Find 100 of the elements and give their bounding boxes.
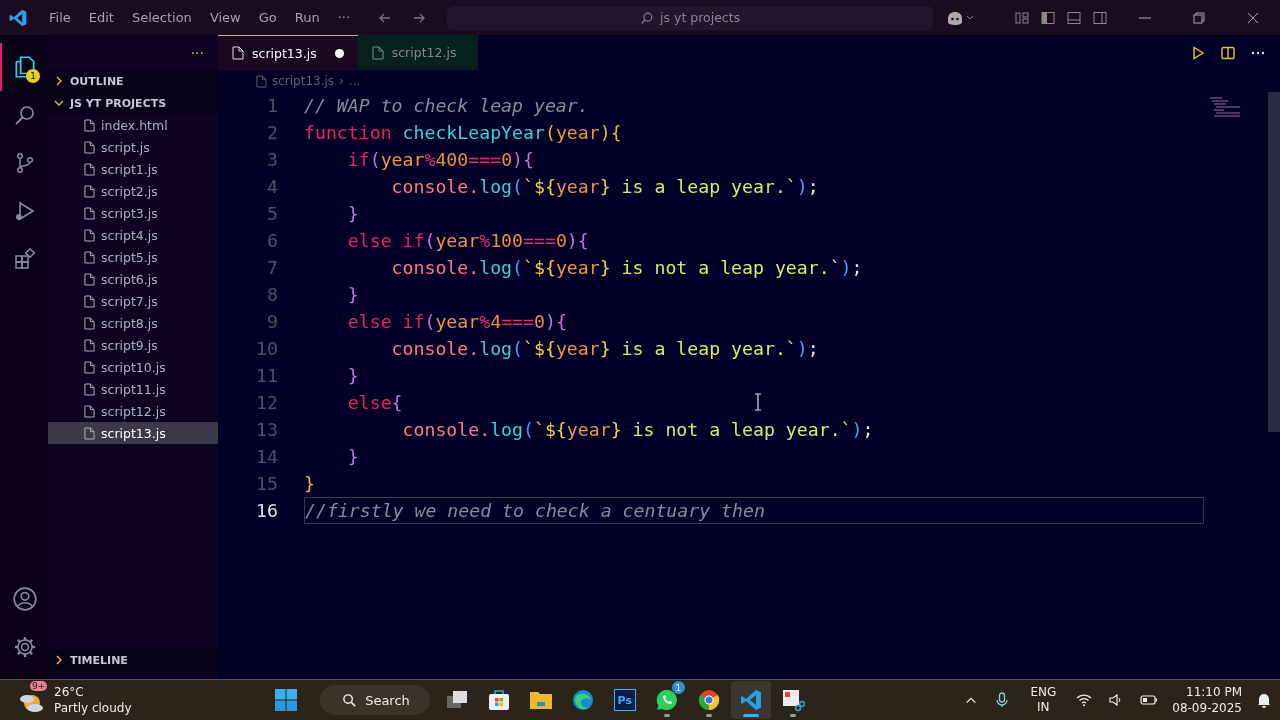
line-number: 9 bbox=[266, 311, 279, 332]
breadcrumb-item[interactable]: › bbox=[339, 74, 344, 88]
section-header[interactable]: TIMELINE bbox=[48, 649, 218, 671]
line-number: 14 bbox=[255, 446, 279, 467]
line-number: 7 bbox=[266, 257, 279, 278]
copilot-icon[interactable] bbox=[945, 9, 976, 26]
chevron-icon bbox=[54, 655, 64, 665]
explorer-row[interactable]: script11.js bbox=[48, 378, 218, 400]
code-line: console.log(`${year} is a leap year.`); bbox=[390, 175, 819, 199]
code-editor-logo bbox=[738, 688, 763, 712]
scissors-icon bbox=[780, 688, 805, 712]
taskbar-app[interactable]: Ps bbox=[604, 681, 645, 719]
document-icon bbox=[84, 184, 95, 198]
menu-item[interactable]: Selection bbox=[122, 10, 201, 25]
store-bag-icon bbox=[486, 688, 511, 712]
app-logo: Ps bbox=[613, 689, 636, 711]
code-line: else if(year%4===0){ bbox=[346, 310, 567, 334]
code-line: // WAP to check leap year. bbox=[304, 94, 589, 118]
explorer-row[interactable]: script4.js bbox=[48, 224, 218, 246]
taskbar-search[interactable]: Search bbox=[320, 685, 430, 715]
filename: index.html bbox=[101, 117, 168, 133]
wifi-icon[interactable] bbox=[1076, 692, 1093, 708]
document-icon bbox=[84, 206, 95, 220]
document-icon bbox=[84, 382, 95, 396]
explorer-row[interactable]: script8.js bbox=[48, 312, 218, 334]
document-icon bbox=[84, 118, 95, 132]
editor-tab[interactable]: script13.js bbox=[218, 35, 358, 70]
menu-item[interactable]: Edit bbox=[79, 10, 123, 25]
code-line: } bbox=[346, 202, 359, 226]
line-number: 6 bbox=[266, 230, 279, 251]
panel-toggle-icon[interactable] bbox=[1066, 9, 1082, 26]
clock[interactable]: 11:10 PM 08-09-2025 bbox=[1172, 684, 1242, 716]
filename: script6.js bbox=[101, 271, 158, 287]
editor-tab[interactable]: script12.js bbox=[357, 35, 478, 70]
menu-item[interactable]: Go bbox=[249, 10, 286, 25]
notification-bell-icon[interactable] bbox=[1256, 692, 1272, 708]
explorer-row[interactable]: script9.js bbox=[48, 334, 218, 356]
search-icon bbox=[342, 692, 358, 708]
line-number: 11 bbox=[255, 365, 279, 386]
menu-item[interactable]: Run bbox=[285, 10, 329, 25]
menu-item[interactable]: File bbox=[40, 10, 80, 25]
notification-badge: 1 bbox=[26, 69, 40, 83]
line-number: 3 bbox=[266, 149, 279, 170]
section-title: JS YT PROJECTS bbox=[70, 96, 167, 110]
filename: script13.js bbox=[101, 425, 166, 441]
explorer-row[interactable]: script2.js bbox=[48, 180, 218, 202]
explorer-row[interactable]: script10.js bbox=[48, 356, 218, 378]
line-number: 15 bbox=[255, 473, 279, 494]
document-icon bbox=[84, 294, 95, 308]
filename: script2.js bbox=[101, 183, 158, 199]
explorer-row[interactable]: script7.js bbox=[48, 290, 218, 312]
run-icon[interactable] bbox=[1190, 44, 1206, 61]
sidebar-toggle-icon[interactable] bbox=[1040, 9, 1056, 26]
explorer-row[interactable]: script13.js bbox=[48, 422, 218, 444]
explorer-row[interactable]: script5.js bbox=[48, 246, 218, 268]
secondary-sidebar-icon[interactable] bbox=[1092, 9, 1108, 26]
filename: script10.js bbox=[101, 359, 166, 375]
filename: script5.js bbox=[101, 249, 158, 265]
section-title: TIMELINE bbox=[70, 653, 128, 667]
explorer-row[interactable]: script6.js bbox=[48, 268, 218, 290]
chevron-icon bbox=[54, 76, 64, 86]
line-number: 5 bbox=[266, 203, 279, 224]
more-actions-button[interactable]: ··· bbox=[190, 44, 204, 61]
filename: script.js bbox=[101, 139, 150, 155]
section-header[interactable]: JS YT PROJECTS bbox=[48, 92, 218, 114]
weather-widget[interactable]: 9+ 26°C Partly cloudy bbox=[0, 684, 132, 716]
document-icon bbox=[84, 316, 95, 330]
code-line: if(year%400===0){ bbox=[346, 148, 534, 172]
search-icon bbox=[13, 103, 37, 127]
document-icon bbox=[232, 46, 244, 60]
explorer-row[interactable]: script.js bbox=[48, 136, 218, 158]
battery-icon[interactable] bbox=[1140, 692, 1159, 708]
code-line: else if(year%100===0){ bbox=[346, 229, 589, 253]
start-icon[interactable] bbox=[274, 688, 299, 712]
explorer-row[interactable]: script3.js bbox=[48, 202, 218, 224]
layout-icon[interactable] bbox=[1014, 9, 1030, 26]
explorer-row[interactable]: script12.js bbox=[48, 400, 218, 422]
restore-icon[interactable] bbox=[1191, 9, 1207, 26]
scrollbar-thumb[interactable] bbox=[1268, 92, 1280, 432]
code-line: console.log(`${year} is not a leap year.`); bbox=[390, 256, 863, 280]
taskbar-app[interactable] bbox=[730, 681, 771, 719]
language-indicator[interactable]: ENG IN bbox=[1030, 685, 1057, 715]
menu-item[interactable]: View bbox=[200, 10, 250, 25]
microphone-icon[interactable] bbox=[994, 692, 1011, 708]
line-number: 16 bbox=[255, 500, 279, 521]
run-debug-icon bbox=[13, 199, 37, 223]
browser-swirl-icon bbox=[570, 688, 595, 712]
section-header[interactable]: OUTLINE bbox=[48, 70, 218, 92]
notification-badge: 9+ bbox=[30, 681, 48, 691]
search-label: Search bbox=[365, 692, 410, 708]
filename: script3.js bbox=[101, 205, 158, 221]
explorer-row[interactable]: index.html bbox=[48, 114, 218, 136]
menu-item[interactable]: ··· bbox=[328, 10, 360, 25]
split-editor-icon[interactable] bbox=[1220, 44, 1236, 61]
explorer-row[interactable]: script1.js bbox=[48, 158, 218, 180]
document-icon bbox=[84, 140, 95, 154]
section-title: OUTLINE bbox=[70, 74, 124, 88]
command-center-field[interactable]: js yt projects bbox=[447, 5, 934, 30]
document-icon bbox=[84, 404, 95, 418]
line-number: 4 bbox=[266, 176, 279, 197]
